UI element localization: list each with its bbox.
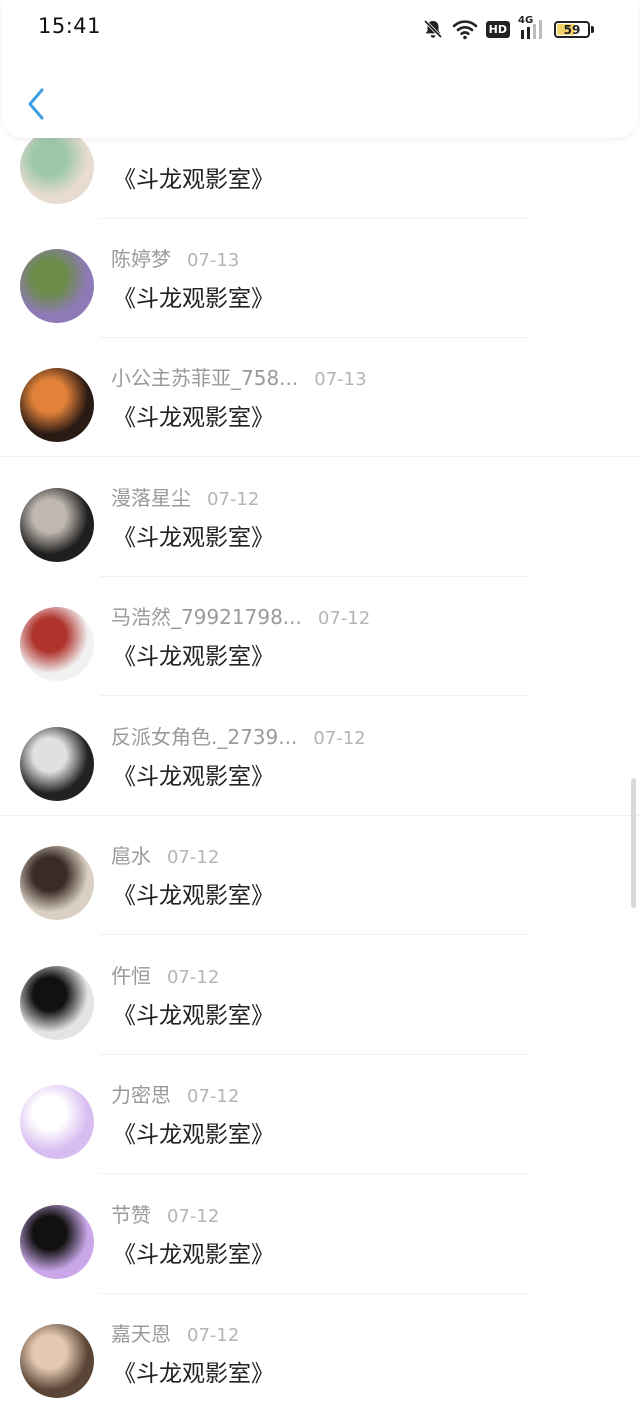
app-header: 15:41 HD 4G 59 [2,0,638,138]
wifi-icon [452,20,477,40]
username[interactable]: 小公主苏菲亚_758... [111,366,298,390]
message-date: 07-13 [314,369,367,390]
row-divider [100,695,530,696]
message-row[interactable]: 力密思 07-12 《斗龙观影室》 [0,1055,640,1174]
message-meta: 力密思 07-12 [111,1079,239,1108]
message-text: 《斗龙观影室》 [113,1361,274,1387]
status-icons: HD 4G 59 [422,15,594,42]
username[interactable]: 陈婷梦 [111,247,171,271]
message-text: 《斗龙观影室》 [113,883,274,909]
status-time: 15:41 [38,14,102,38]
row-divider [100,1173,530,1174]
hd-label: HD [488,22,507,36]
mute-bell-icon [423,19,442,39]
hd-icon: HD [485,20,510,38]
message-meta: 节赞 07-12 [111,1199,219,1228]
avatar[interactable] [20,607,94,681]
message-meta: 反派女角色._2739... 07-12 [111,721,366,750]
message-text: 《斗龙观影室》 [113,644,274,670]
message-row[interactable]: 仵恒 07-12 《斗龙观影室》 [0,936,640,1055]
message-date: 07-12 [187,1325,240,1346]
username[interactable]: 力密思 [111,1083,171,1107]
username[interactable]: 节赞 [111,1203,151,1227]
avatar[interactable] [20,130,94,204]
avatar[interactable] [20,488,94,562]
message-meta: 小公主苏菲亚_758... 07-13 [111,362,367,391]
message-date: 07-12 [313,728,366,749]
avatar[interactable] [20,1085,94,1159]
message-text: 《斗龙观影室》 [113,1242,274,1268]
signal-4g-icon: 4G [518,15,546,40]
username[interactable]: 马浩然_79921798... [111,605,302,629]
row-divider [100,934,530,935]
message-row[interactable]: 扈水 07-12 《斗龙观影室》 [0,816,640,935]
message-date: 07-12 [317,608,371,629]
message-date: 07-12 [167,967,220,988]
message-row[interactable]: 漫落星尘 07-12 《斗龙观影室》 [0,458,640,577]
avatar[interactable] [20,727,94,801]
message-text: 《斗龙观影室》 [113,167,274,193]
message-date: 07-12 [207,489,260,510]
username[interactable]: 仵恒 [111,964,151,988]
message-row[interactable]: 马浩然_79921798... 07-12 《斗龙观影室》 [0,577,640,696]
battery-level: 59 [563,22,581,37]
battery-icon: 59 [554,20,594,38]
scrollbar[interactable] [631,778,636,908]
avatar[interactable] [20,368,94,442]
message-text: 《斗龙观影室》 [113,405,274,431]
avatar[interactable] [20,249,94,323]
message-meta: 扈水 07-12 [111,840,219,869]
message-date: 07-12 [167,1206,220,1227]
message-meta: 漫落星尘 07-12 [111,482,259,511]
message-row[interactable]: 节赞 07-12 《斗龙观影室》 [0,1175,640,1294]
message-meta: 嘉天恩 07-12 [111,1318,239,1347]
message-date: 07-13 [187,250,240,271]
message-text: 《斗龙观影室》 [113,525,274,551]
message-date: 07-12 [167,847,220,868]
avatar[interactable] [20,1324,94,1398]
message-row[interactable]: 反派女角色._2739... 07-12 《斗龙观影室》 [0,697,640,816]
message-text: 《斗龙观影室》 [113,764,274,790]
message-meta: 仵恒 07-12 [111,960,219,989]
back-button[interactable] [22,82,52,126]
username[interactable]: 反派女角色._2739... [111,725,297,749]
message-row[interactable]: 陈婷梦 07-13 《斗龙观影室》 [0,219,640,338]
message-meta: 陈婷梦 07-13 [111,243,239,272]
message-text: 《斗龙观影室》 [113,286,274,312]
row-divider [0,456,640,457]
message-meta: 马浩然_79921798... 07-12 [111,601,370,630]
avatar[interactable] [20,966,94,1040]
username[interactable]: 嘉天恩 [111,1322,171,1346]
username[interactable]: 扈水 [111,844,151,868]
message-text: 《斗龙观影室》 [113,1122,274,1148]
message-row[interactable]: 嘉天恩 07-12 《斗龙观影室》 [0,1294,640,1413]
avatar[interactable] [20,1205,94,1279]
message-text: 《斗龙观影室》 [113,1003,274,1029]
avatar[interactable] [20,846,94,920]
message-row[interactable]: 小公主苏菲亚_758... 07-13 《斗龙观影室》 [0,338,640,457]
username[interactable]: 漫落星尘 [111,486,191,510]
chevron-left-icon [28,88,44,120]
message-date: 07-12 [187,1086,240,1107]
